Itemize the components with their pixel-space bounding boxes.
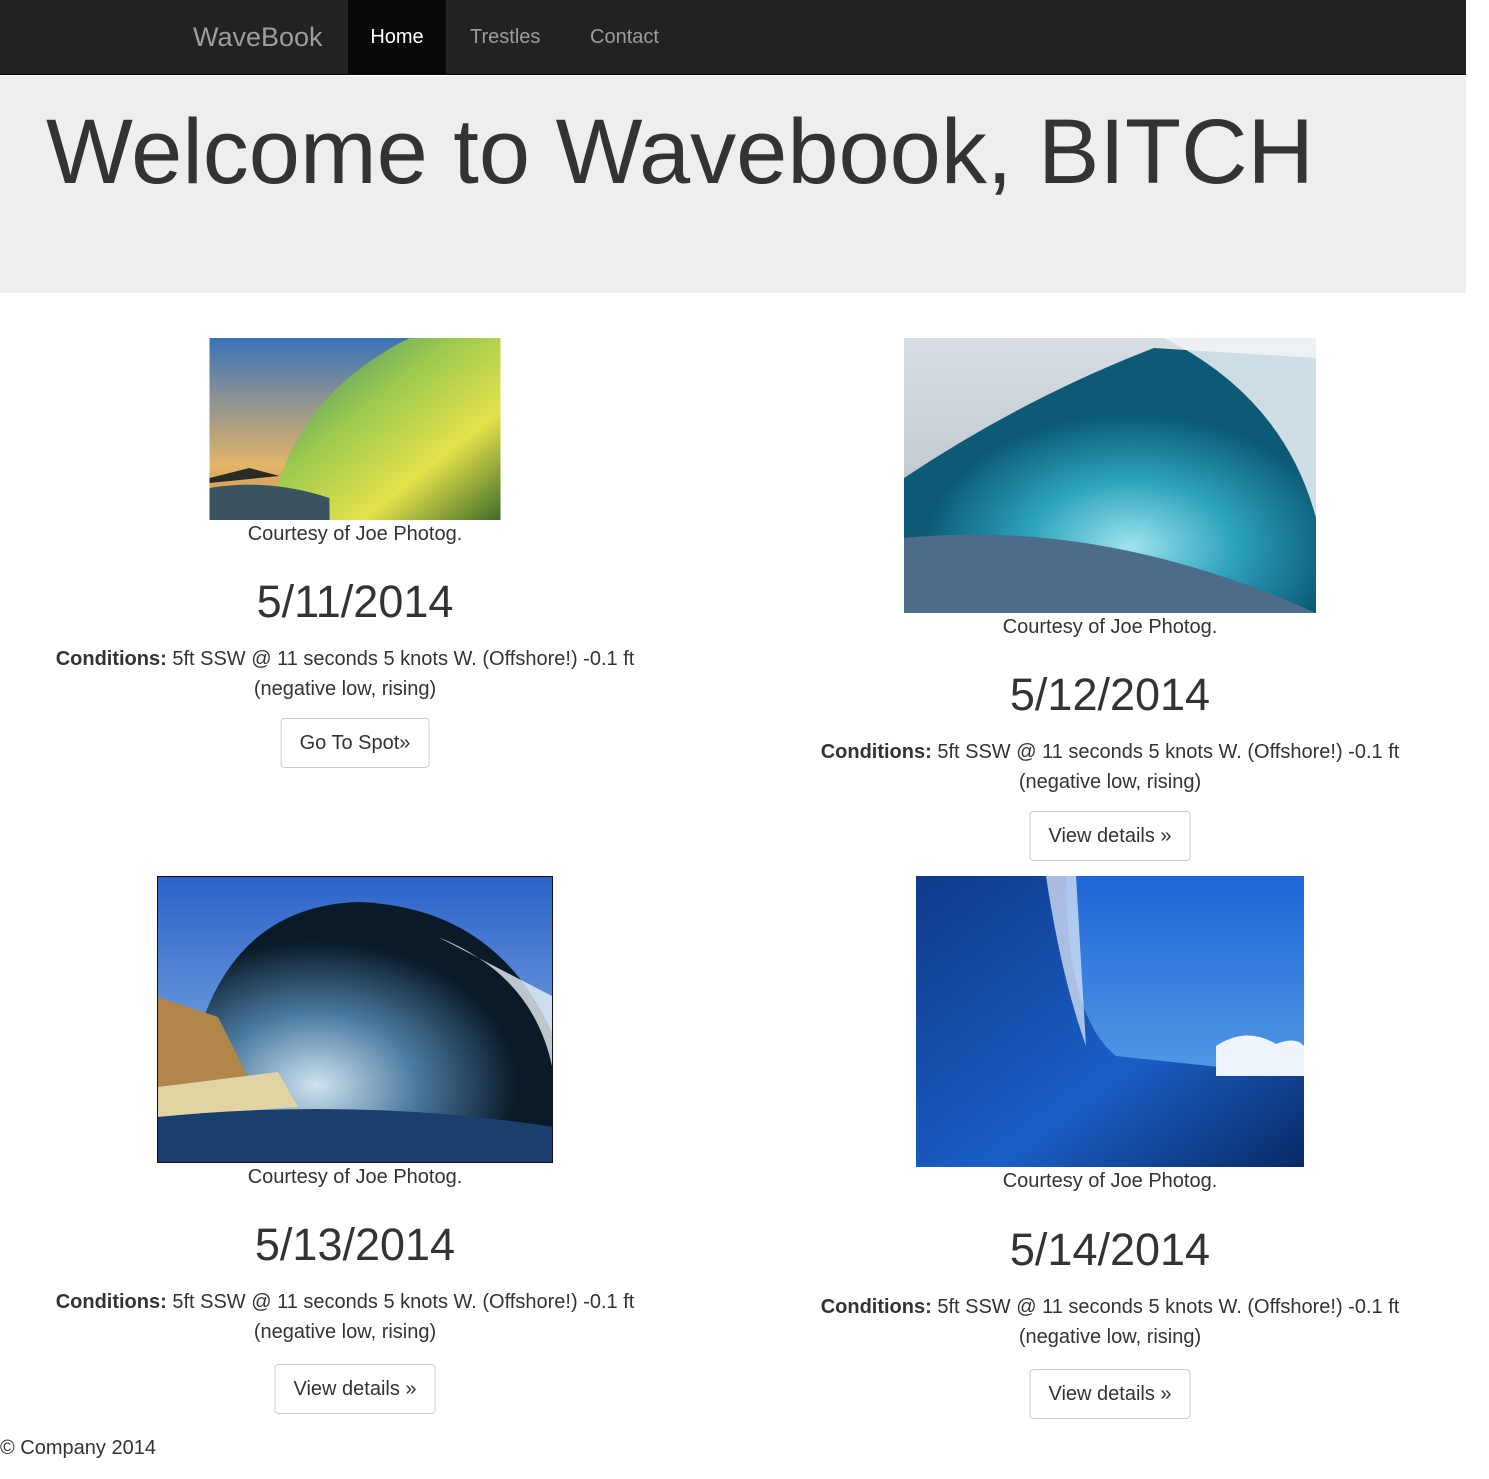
conditions-value: 5ft SSW @ 11 seconds 5 knots W. (Offshor… [931, 741, 1400, 793]
photo-caption: Courtesy of Joe Photog. [1002, 1170, 1218, 1192]
photo-caption: Courtesy of Joe Photog. [247, 1166, 463, 1188]
conditions-text: Conditions: 5ft SSW @ 11 seconds 5 knots… [35, 1287, 655, 1347]
wave-photo [904, 338, 1316, 613]
conditions-label: Conditions: [820, 741, 932, 763]
footer-copyright: © Company 2014 [0, 1437, 156, 1459]
conditions-text: Conditions: 5ft SSW @ 11 seconds 5 knots… [800, 737, 1420, 797]
nav-item-home[interactable]: Home [348, 0, 446, 75]
page-heading: Welcome to Wavebook, BITCH [46, 101, 1314, 203]
wave-photo [157, 876, 553, 1163]
conditions-value: 5ft SSW @ 11 seconds 5 knots W. (Offshor… [166, 1291, 635, 1343]
conditions-value: 5ft SSW @ 11 seconds 5 knots W. (Offshor… [166, 648, 635, 700]
nav-item-trestles[interactable]: Trestles [470, 0, 540, 75]
wave-card-2: Courtesy of Joe Photog. 5/12/2014 Condit… [740, 338, 1480, 868]
jumbotron: Welcome to Wavebook, BITCH [0, 76, 1466, 293]
view-details-button[interactable]: View details » [274, 1364, 436, 1414]
brand-link[interactable]: WaveBook [193, 0, 323, 75]
nav-item-contact[interactable]: Contact [590, 0, 659, 75]
photo-caption: Courtesy of Joe Photog. [247, 523, 463, 545]
conditions-label: Conditions: [55, 648, 167, 670]
wave-card-4: Courtesy of Joe Photog. 5/14/2014 Condit… [740, 876, 1480, 1421]
wave-photo [916, 876, 1304, 1167]
wave-card-1: Courtesy of Joe Photog. 5/11/2014 Condit… [0, 338, 725, 778]
wave-photo [209, 338, 501, 520]
conditions-text: Conditions: 5ft SSW @ 11 seconds 5 knots… [35, 644, 655, 704]
top-navbar: WaveBook Home Trestles Contact [0, 0, 1466, 75]
forecast-date: 5/12/2014 [1009, 669, 1211, 720]
forecast-date: 5/11/2014 [256, 576, 454, 627]
forecast-date: 5/13/2014 [254, 1219, 456, 1270]
conditions-label: Conditions: [55, 1291, 167, 1313]
conditions-label: Conditions: [820, 1296, 932, 1318]
conditions-value: 5ft SSW @ 11 seconds 5 knots W. (Offshor… [931, 1296, 1400, 1348]
go-to-spot-button[interactable]: Go To Spot» [280, 718, 430, 768]
forecast-date: 5/14/2014 [1009, 1224, 1211, 1275]
view-details-button[interactable]: View details » [1029, 1369, 1191, 1419]
wave-card-3: Courtesy of Joe Photog. 5/13/2014 Condit… [0, 876, 725, 1416]
view-details-button[interactable]: View details » [1029, 811, 1191, 861]
photo-caption: Courtesy of Joe Photog. [1002, 616, 1218, 638]
conditions-text: Conditions: 5ft SSW @ 11 seconds 5 knots… [800, 1292, 1420, 1352]
